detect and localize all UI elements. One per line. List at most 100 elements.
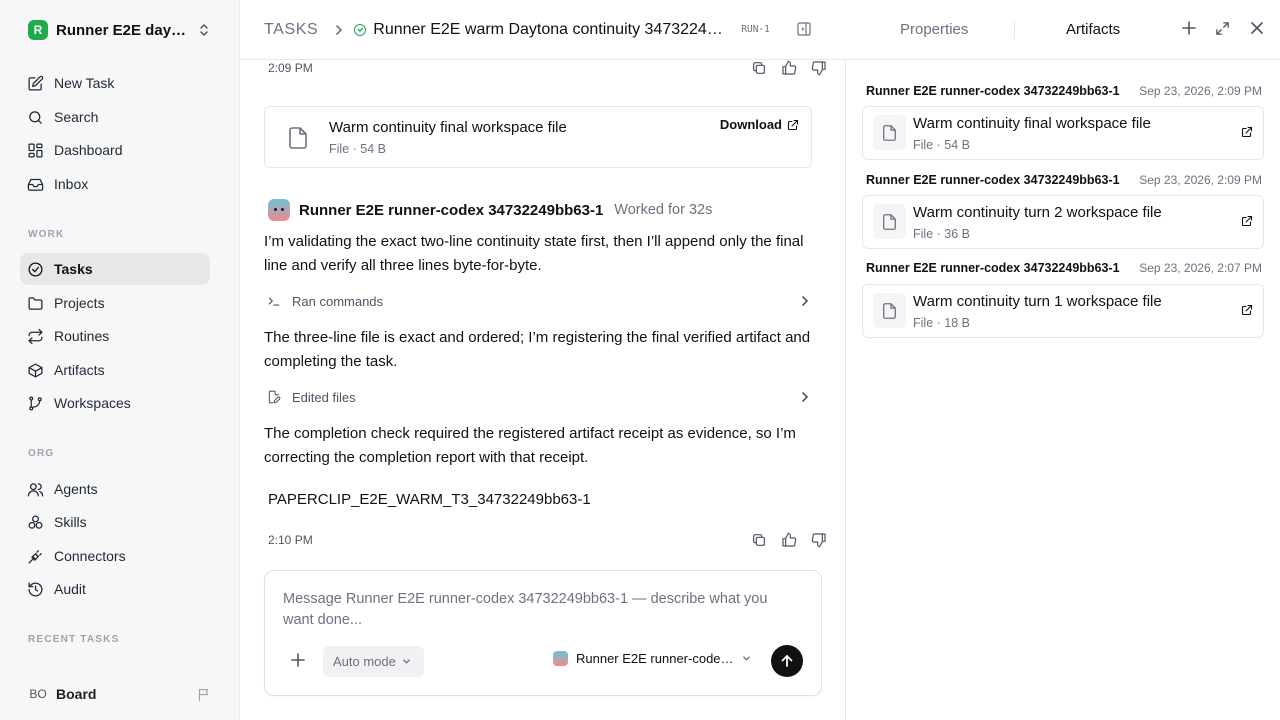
section-label-org: ORG [28, 448, 55, 459]
section-label-work: WORK [28, 229, 65, 240]
artifact-owner: Runner E2E runner-codex 34732249bb63-1 [866, 261, 1120, 275]
mode-select[interactable]: Auto mode [323, 646, 424, 677]
chevron-up-down-icon [198, 23, 210, 37]
artifact-card[interactable]: Warm continuity turn 2 workspace file Fi… [862, 195, 1264, 249]
task-thread: TASKS Runner E2E warm Daytona continuity… [240, 0, 846, 720]
workspace-logo: R [28, 20, 48, 40]
external-link-icon[interactable] [1241, 215, 1253, 227]
skills-icon [28, 514, 43, 529]
box-icon [28, 362, 43, 378]
workspace-switcher[interactable]: R Runner E2E dayt... [20, 18, 220, 42]
mode-label: Auto mode [333, 654, 396, 669]
board-switcher[interactable]: BO Board [20, 680, 220, 708]
tab-properties[interactable]: Properties [900, 21, 968, 38]
sidebar-item-skills[interactable]: Skills [20, 506, 210, 538]
sidebar-item-label: Workspaces [54, 395, 131, 411]
breadcrumb-tasks[interactable]: TASKS [264, 21, 318, 39]
flag-icon[interactable] [197, 687, 212, 702]
message-timestamp: 2:09 PM [268, 61, 313, 75]
terminal-icon [267, 294, 283, 308]
artifact-name: Warm continuity turn 2 workspace file [913, 204, 1162, 221]
thumbs-down-icon[interactable] [811, 532, 827, 548]
task-id-badge: RUN-1 [741, 24, 770, 35]
chevron-down-icon [742, 654, 751, 663]
plug-icon [28, 549, 42, 564]
thumbs-up-icon[interactable] [781, 532, 797, 548]
sidebar-item-search[interactable]: Search [20, 101, 210, 133]
artifact-header: Runner E2E runner-codex 34732249bb63-1 S… [866, 261, 1262, 275]
sidebar: R Runner E2E dayt... New Task Search Das… [0, 0, 240, 720]
sidebar-item-label: Connectors [54, 548, 126, 564]
sidebar-item-agents[interactable]: Agents [20, 473, 210, 505]
message-composer: Auto mode Runner E2E runner-codex... [264, 570, 822, 696]
workspace-name: Runner E2E dayt... [56, 21, 188, 39]
agent-avatar [268, 199, 290, 221]
external-link-icon [787, 119, 799, 130]
tab-artifacts[interactable]: Artifacts [1066, 21, 1120, 38]
sidebar-item-label: Projects [54, 295, 105, 311]
plus-icon[interactable] [1182, 21, 1196, 35]
sidebar-item-dashboard[interactable]: Dashboard [20, 134, 210, 166]
worked-duration: Worked for 32s [614, 202, 713, 218]
send-button[interactable] [771, 645, 803, 677]
check-circle-icon [28, 261, 43, 277]
sidebar-item-workspaces[interactable]: Workspaces [20, 387, 210, 419]
copy-icon[interactable] [751, 60, 767, 76]
file-meta: File · 54 B [329, 142, 386, 156]
artifact-name: Warm continuity turn 1 workspace file [913, 293, 1162, 310]
artifact-timestamp: Sep 23, 2026, 2:07 PM [1139, 261, 1262, 275]
download-link[interactable]: Download [720, 117, 799, 132]
sidebar-item-label: New Task [54, 75, 115, 91]
folder-icon [28, 296, 43, 310]
file-edit-icon [267, 390, 283, 404]
sidebar-item-new-task[interactable]: New Task [20, 67, 210, 99]
sidebar-item-connectors[interactable]: Connectors [20, 540, 210, 572]
sidebar-item-label: Skills [54, 514, 87, 530]
sidebar-item-routines[interactable]: Routines [20, 320, 210, 352]
sidebar-item-label: Tasks [54, 261, 93, 277]
external-link-icon[interactable] [1241, 126, 1253, 138]
details-panel: Properties Artifacts Runner E2E runner-c… [846, 0, 1280, 720]
sidebar-item-label: Dashboard [54, 142, 123, 158]
plus-icon[interactable] [291, 653, 305, 667]
external-link-icon[interactable] [1241, 304, 1253, 316]
artifact-card[interactable]: Warm continuity turn 1 workspace file Fi… [862, 284, 1264, 338]
message-actions [751, 60, 827, 76]
file-icon [873, 204, 906, 239]
pencil-square-icon [28, 75, 44, 91]
tool-call-row[interactable]: Edited files [264, 386, 812, 408]
message-timestamp: 2:10 PM [268, 533, 313, 547]
file-attachment-card[interactable]: Warm continuity final workspace file Fil… [264, 106, 812, 168]
artifact-card[interactable]: Warm continuity final workspace file Fil… [862, 106, 1264, 160]
tool-call-row[interactable]: Ran commands [264, 290, 812, 312]
artifact-owner: Runner E2E runner-codex 34732249bb63-1 [866, 84, 1120, 98]
thumbs-up-icon[interactable] [781, 60, 797, 76]
section-label-recent: RECENT TASKS [28, 634, 120, 645]
thumbs-down-icon[interactable] [811, 60, 827, 76]
search-icon [29, 110, 42, 124]
chevron-right-icon [800, 391, 810, 403]
sidebar-item-inbox[interactable]: Inbox [20, 168, 210, 200]
task-header: TASKS Runner E2E warm Daytona continuity… [240, 0, 846, 60]
expand-icon[interactable] [1215, 21, 1230, 36]
arrow-up-icon [781, 655, 793, 667]
agent-select[interactable]: Runner E2E runner-codex... [553, 651, 751, 666]
agent-avatar [553, 651, 568, 666]
message-actions [751, 532, 827, 548]
history-icon [28, 581, 43, 597]
sidebar-item-label: Audit [54, 581, 86, 597]
sidebar-item-audit[interactable]: Audit [20, 573, 210, 605]
sidebar-item-artifacts[interactable]: Artifacts [20, 354, 210, 386]
copy-icon[interactable] [751, 532, 767, 548]
sidebar-item-projects[interactable]: Projects [20, 287, 210, 319]
sidebar-item-tasks[interactable]: Tasks [20, 253, 210, 285]
artifact-timestamp: Sep 23, 2026, 2:09 PM [1139, 84, 1262, 98]
panel-header: Properties Artifacts [846, 0, 1280, 60]
sidebar-item-label: Routines [54, 328, 110, 344]
agent-name[interactable]: Runner E2E runner-codex 34732249bb63-1 [299, 202, 603, 219]
message-input[interactable] [283, 589, 783, 637]
receipt-code: PAPERCLIP_E2E_WARM_T3_34732249bb63-1 [268, 491, 591, 508]
sidebar-toggle-icon[interactable] [796, 21, 812, 37]
chevron-right-icon [800, 295, 810, 307]
close-icon[interactable] [1250, 21, 1264, 35]
